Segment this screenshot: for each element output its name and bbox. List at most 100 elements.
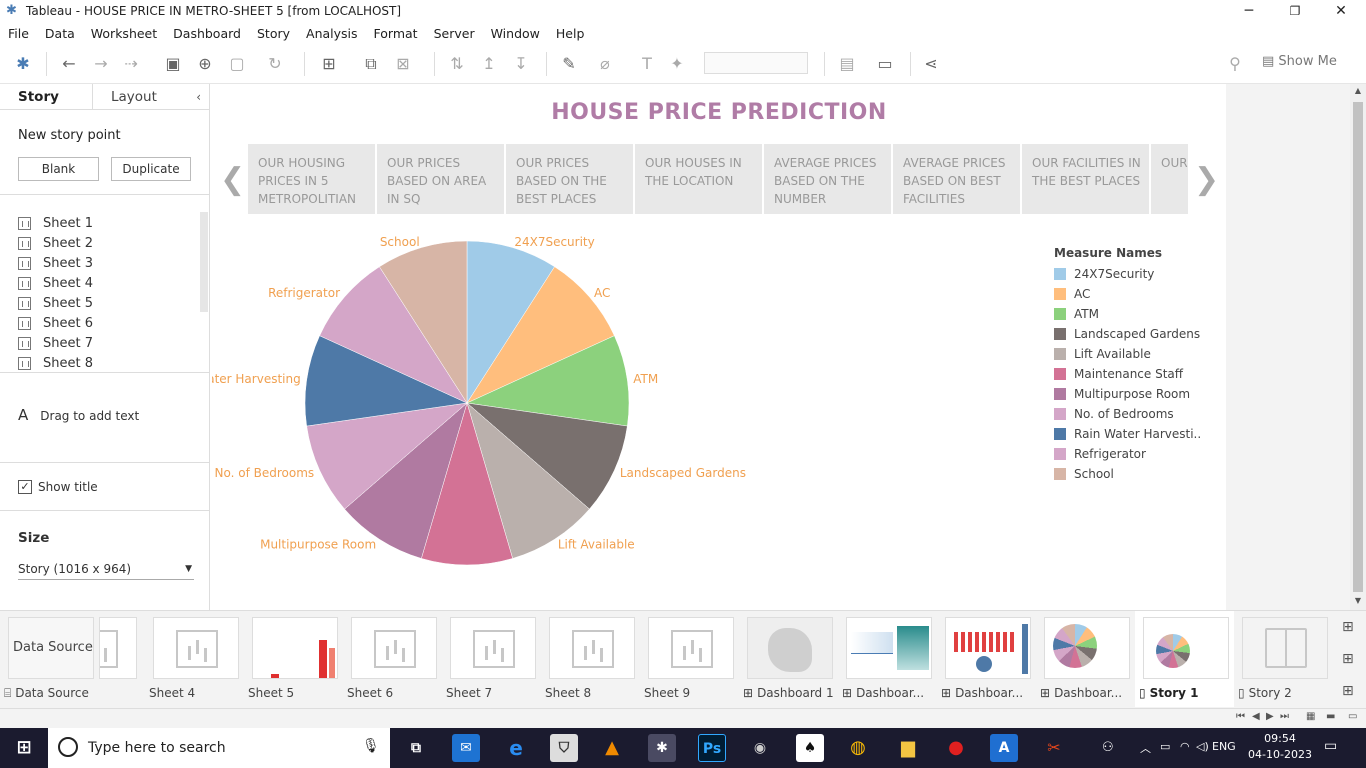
refresh-icon[interactable]: ↻ [264,54,286,74]
filmstrip-view-icon[interactable]: ▬ [1326,711,1335,722]
new-data-source-icon[interactable]: ⊕ [194,54,216,74]
story-point-6[interactable]: AVERAGE PRICES BASED ON BEST FACILITIES [893,144,1020,214]
tab-story[interactable]: Story [0,84,92,109]
sheet-tab-story-2[interactable]: ▯ Story 2 [1234,611,1333,707]
sheet-tab-sheet-7[interactable]: Sheet 7 [442,611,541,707]
legend-item[interactable]: AC [1054,284,1224,304]
sheet-list-item[interactable]: Sheet 6 [18,313,200,333]
sheet-tab-dashboard-1[interactable]: ⊞ Dashboard 1 [739,611,838,707]
sort-ascending-icon[interactable]: ↥ [478,54,500,74]
solitaire-icon[interactable]: ♠ [796,734,824,762]
clear-sheet-icon[interactable]: ⊠ [392,54,414,74]
task-view-icon[interactable]: ⧉ [402,734,430,762]
story-point-2[interactable]: OUR PRICES BASED ON AREA IN SQ [377,144,504,214]
story-point-3[interactable]: OUR PRICES BASED ON THE BEST PLACES [506,144,633,214]
new-worksheet-tab-icon[interactable]: ⊞ [1342,619,1354,635]
people-icon[interactable]: ⚇ [1102,740,1114,755]
sheet-list-item[interactable]: Sheet 7 [18,333,200,353]
sheet-tab-sheet-6[interactable]: Sheet 6 [343,611,442,707]
menu-worksheet[interactable]: Worksheet [83,26,165,41]
fit-icon[interactable]: ▤ [836,54,858,74]
menu-format[interactable]: Format [366,26,426,41]
legend-item[interactable]: Multipurpose Room [1054,384,1224,404]
collapse-pane-icon[interactable]: ‹ [184,84,209,109]
previous-story-point-icon[interactable]: ❮ [220,162,245,197]
menu-server[interactable]: Server [426,26,483,41]
mail-icon[interactable]: ✉ [452,734,480,762]
sheet-list-item[interactable]: Sheet 3 [18,253,200,273]
duplicate-button[interactable]: Duplicate [111,157,191,181]
volume-icon[interactable]: ◁) [1196,740,1209,753]
sheet-list-item[interactable]: Sheet 8 [18,353,200,373]
undo-icon[interactable]: ← [58,54,80,74]
photoshop-icon[interactable]: Ps [698,734,726,762]
sheet-tab-sheet-8[interactable]: Sheet 8 [541,611,640,707]
media-player-icon[interactable]: ◉ [746,734,774,762]
menu-data[interactable]: Data [37,26,83,41]
legend-item[interactable]: Lift Available [1054,344,1224,364]
menu-help[interactable]: Help [548,26,593,41]
tabs-view-icon[interactable]: ▭ [1348,711,1357,722]
story-point-5[interactable]: AVERAGE PRICES BASED ON THE NUMBER [764,144,891,214]
story-point-7[interactable]: OUR FACILITIES IN THE BEST PLACES [1022,144,1149,214]
clock[interactable]: 09:54 04-10-2023 [1248,731,1312,763]
show-me-button[interactable]: ▤ Show Me [1262,54,1337,69]
prev-sheet-icon[interactable]: ◀ [1252,711,1260,722]
sheet-list-item[interactable]: Sheet 2 [18,233,200,253]
menu-story[interactable]: Story [249,26,298,41]
show-title-checkbox[interactable]: ✓ Show title [18,480,98,494]
menu-dashboard[interactable]: Dashboard [165,26,249,41]
taskbar-search[interactable]: Type here to search 🎙 [48,728,390,768]
sheet-tab-partial[interactable] [99,611,145,707]
highlight-icon[interactable]: ✎ [558,54,580,74]
format-painter-icon[interactable]: ⚲ [1224,54,1246,74]
restore-button[interactable]: ❐ [1272,0,1318,22]
fit-dropdown[interactable] [704,52,808,74]
sort-descending-icon[interactable]: ↧ [510,54,532,74]
pause-updates-icon[interactable]: ▢ [226,54,248,74]
pin-icon[interactable]: ✦ [666,54,688,74]
new-dashboard-tab-icon[interactable]: ⊞ [1342,651,1354,667]
presentation-mode-icon[interactable]: ▭ [874,54,896,74]
grid-view-icon[interactable]: ▦ [1306,711,1315,722]
sheet-tab-sheet-4[interactable]: Sheet 4 [145,611,244,707]
tab-layout[interactable]: Layout [92,84,184,109]
language-indicator[interactable]: ENG [1212,740,1236,753]
sheet-tab-dashboar[interactable]: ⊞ Dashboar... [937,611,1036,707]
sheet-tab-story-1[interactable]: ▯ Story 1 [1135,611,1234,707]
legend-item[interactable]: ATM [1054,304,1224,324]
scroll-up-icon[interactable]: ▲ [1350,86,1366,95]
label-icon[interactable]: T [636,54,658,74]
legend-item[interactable]: Refrigerator [1054,444,1224,464]
save-icon[interactable]: ▣ [162,54,184,74]
scrollbar-thumb[interactable] [1353,102,1363,592]
next-sheet-icon[interactable]: ▶ [1266,711,1274,722]
edge-icon[interactable]: e [502,734,530,762]
legend-item[interactable]: Rain Water Harvesti.. [1054,424,1224,444]
menu-window[interactable]: Window [483,26,548,41]
sheet-tab-sheet-5[interactable]: Sheet 5 [244,611,343,707]
story-point-4[interactable]: OUR HOUSES IN THE LOCATION [635,144,762,214]
store-icon[interactable]: ⛉ [550,734,578,762]
windows-start-icon[interactable]: ⊞ [10,734,38,762]
duplicate-sheet-icon[interactable]: ⧉ [360,54,382,74]
size-dropdown[interactable]: Story (1016 x 964) ▼ [18,560,194,580]
close-button[interactable]: ✕ [1318,0,1364,22]
scroll-down-icon[interactable]: ▼ [1350,596,1366,605]
document-viewer-icon[interactable]: A [990,734,1018,762]
story-point-8[interactable]: OUR BASE INTE [1151,144,1188,214]
replay-icon[interactable]: ⇢ [120,54,142,74]
sheet-tab-data-source[interactable]: Data Source ⌸ Data Source [0,611,99,707]
blank-button[interactable]: Blank [18,157,99,181]
snipping-tool-icon[interactable]: ✂ [1040,734,1068,762]
redo-icon[interactable]: → [90,54,112,74]
group-icon[interactable]: ⌀ [594,54,616,74]
sheet-list-item[interactable]: Sheet 4 [18,273,200,293]
legend-item[interactable]: School [1054,464,1224,484]
menu-file[interactable]: File [0,26,37,41]
sheet-list-item[interactable]: Sheet 1 [18,213,200,233]
sheet-tab-dashboar[interactable]: ⊞ Dashboar... [838,611,937,707]
chrome-icon[interactable]: ◍ [844,734,872,762]
legend-item[interactable]: Maintenance Staff [1054,364,1224,384]
first-sheet-icon[interactable]: ⏮ [1236,711,1245,722]
